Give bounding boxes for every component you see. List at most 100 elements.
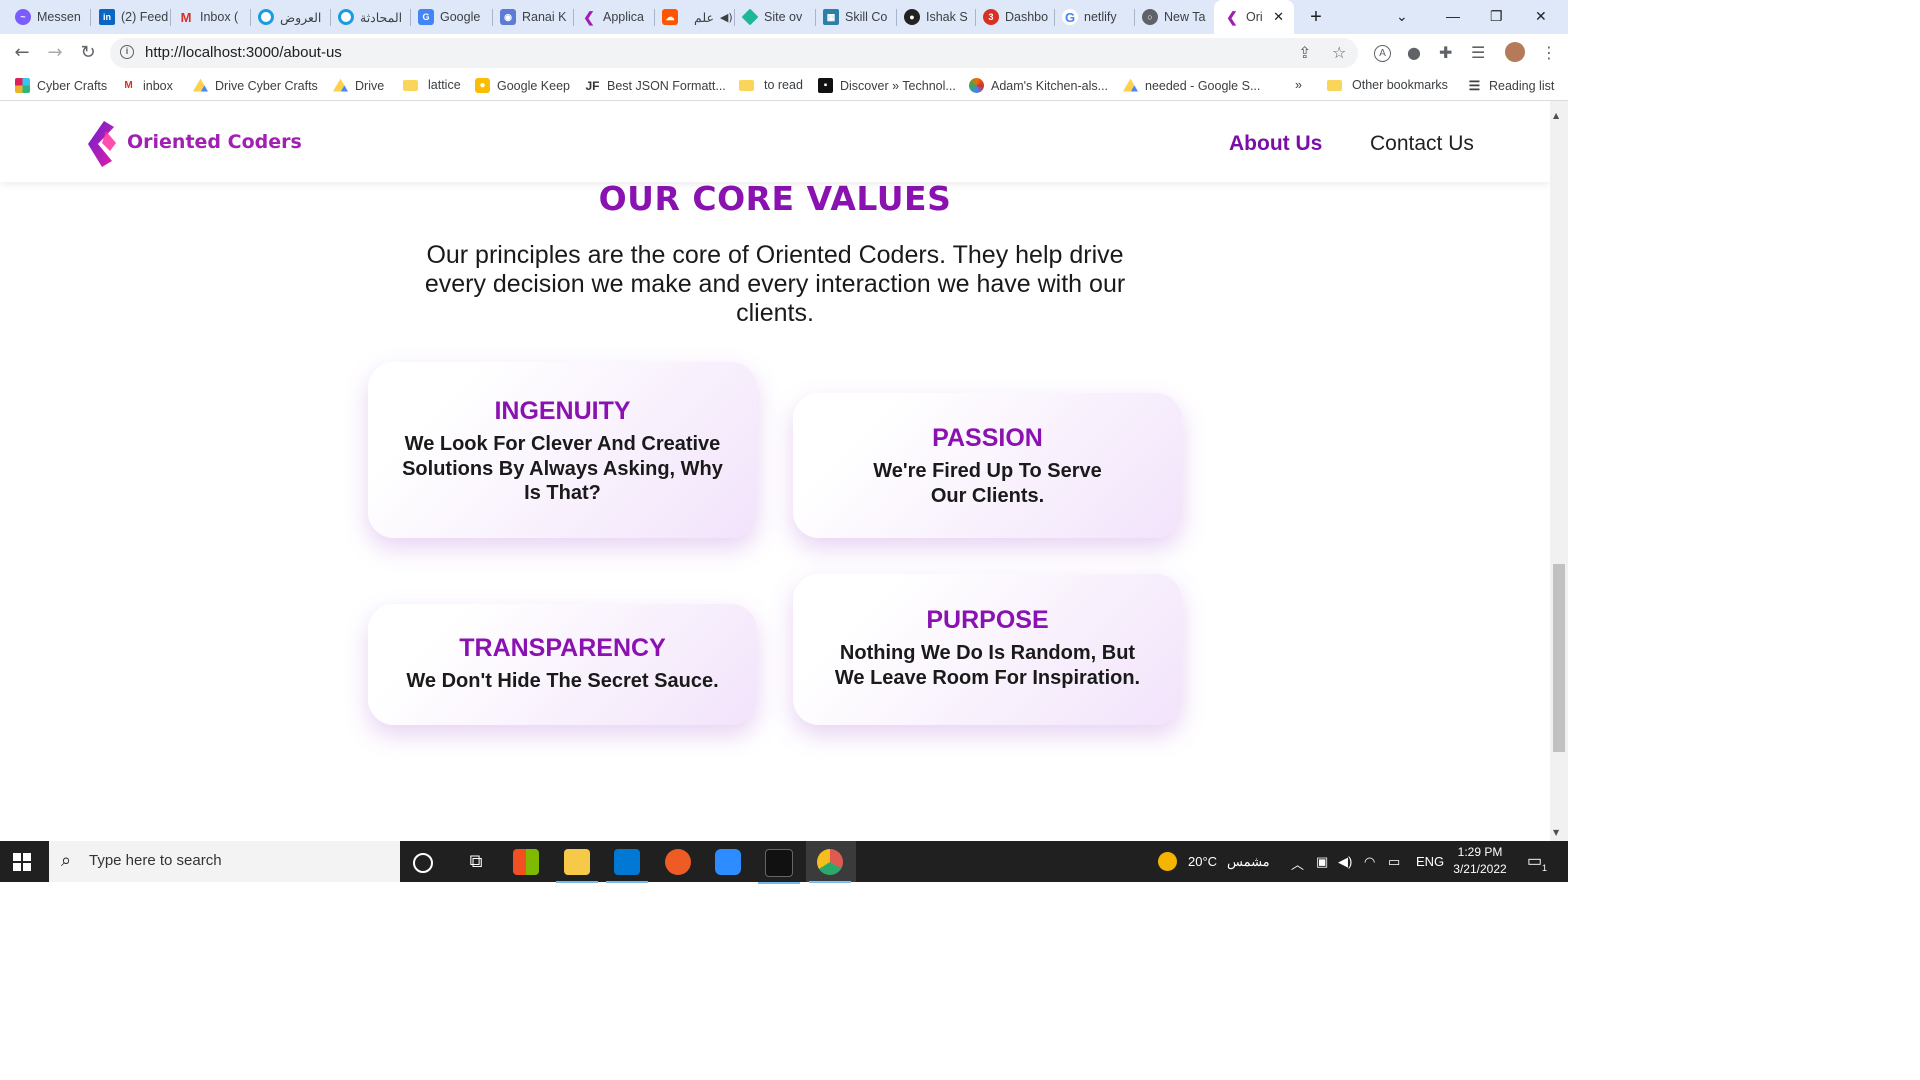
bookmark-star-icon[interactable]: ☆: [1332, 43, 1346, 62]
value-card-description: Nothing We Do Is Random, But We Leave Ro…: [834, 642, 1141, 689]
profile-extension-icon[interactable]: ●: [1407, 43, 1421, 62]
circle-app-icon: [258, 9, 274, 25]
tab-title: Dashbo: [1005, 10, 1049, 24]
windows-start-icon[interactable]: [13, 853, 31, 871]
bookmarks-overflow-button[interactable]: »: [1295, 78, 1302, 92]
camera-icon: ◉: [500, 9, 516, 25]
logo-text[interactable]: Oriented Coders: [127, 131, 302, 153]
reading-list-icon: ☰: [1468, 77, 1481, 93]
minimize-icon[interactable]: —: [1446, 8, 1460, 24]
close-tab-icon[interactable]: ✕: [1273, 9, 1284, 25]
bookmark-item[interactable]: Drive Cyber Crafts: [193, 78, 318, 93]
browser-tab[interactable]: Site ov: [727, 6, 815, 28]
store-icon[interactable]: [513, 849, 539, 875]
browser-tab[interactable]: ○ New Ta: [1127, 6, 1213, 28]
reading-list[interactable]: ☰ Reading list: [1467, 77, 1555, 93]
browser-tab[interactable]: ~ Messen: [0, 6, 90, 28]
google-translate-icon: G: [418, 9, 434, 25]
postman-icon[interactable]: [665, 849, 691, 875]
value-card-title: PASSION: [932, 424, 1043, 452]
tray-chevron-icon[interactable]: ︿: [1291, 854, 1304, 873]
bookmark-item[interactable]: Drive: [333, 78, 384, 93]
drive-icon: [333, 78, 348, 92]
reload-icon[interactable]: ↻: [77, 42, 99, 64]
browser-tab[interactable]: ● Ishak S: [889, 6, 975, 28]
extension-a-icon[interactable]: A: [1374, 45, 1391, 62]
browser-tab[interactable]: in (2) Feed: [84, 6, 170, 28]
restore-icon[interactable]: ❐: [1490, 8, 1503, 25]
browser-tab[interactable]: العروض: [243, 6, 329, 28]
weather-description[interactable]: مشمس: [1227, 854, 1270, 870]
clock-time: 1:29 PM: [1457, 845, 1503, 859]
weather-temperature[interactable]: 20°C: [1188, 854, 1217, 869]
bookmark-item[interactable]: ● Google Keep: [475, 78, 570, 93]
notification-icon[interactable]: ▭: [1527, 851, 1542, 871]
gmail-icon: M: [124, 80, 133, 91]
bookmark-folder[interactable]: to read: [739, 78, 803, 92]
site-info-icon[interactable]: i: [120, 45, 134, 59]
omnibox[interactable]: i http://localhost:3000/about-us ⇪ ☆: [110, 38, 1358, 68]
cortana-icon[interactable]: [413, 853, 433, 873]
battery-icon[interactable]: ▭: [1388, 854, 1400, 870]
media-control-icon[interactable]: ☰: [1471, 43, 1485, 62]
scroll-up-arrow-icon[interactable]: ▲: [1553, 111, 1559, 120]
back-icon[interactable]: ←: [11, 42, 33, 64]
meet-now-icon[interactable]: ▣: [1316, 854, 1328, 870]
volume-icon[interactable]: ◀): [1338, 854, 1352, 870]
scroll-down-arrow-icon[interactable]: ▼: [1553, 828, 1559, 837]
browser-tab[interactable]: G Google: [403, 6, 491, 28]
tab-title: Skill Co: [845, 10, 888, 24]
wifi-icon[interactable]: ◠: [1364, 854, 1375, 870]
tab-search-icon[interactable]: ⌄: [1396, 8, 1408, 25]
netlify-icon: [741, 8, 759, 26]
bookmark-item[interactable]: ▪ Discover » Technol...: [818, 78, 956, 93]
search-icon: ⌕: [61, 850, 72, 871]
linkedin-icon: in: [99, 9, 115, 25]
section-title: OUR CORE VALUES: [598, 179, 952, 218]
nav-about-link[interactable]: About Us: [1229, 132, 1322, 156]
task-view-icon[interactable]: ⧉: [463, 849, 489, 875]
file-explorer-icon[interactable]: [556, 849, 598, 883]
url-text[interactable]: http://localhost:3000/about-us: [145, 44, 342, 61]
jf-icon: JF: [585, 78, 600, 93]
share-icon[interactable]: ⇪: [1298, 43, 1311, 62]
folder-icon: [1327, 79, 1342, 91]
browser-tab-active[interactable]: ❮ Ori ✕: [1214, 0, 1294, 34]
other-bookmarks[interactable]: Other bookmarks: [1327, 78, 1448, 92]
bookmark-item[interactable]: M inbox: [121, 78, 173, 93]
browser-tab[interactable]: ☁ علم ◀): [647, 6, 733, 28]
browser-tab[interactable]: ◉ Ranai K: [485, 6, 573, 28]
messenger-icon: ~: [15, 9, 31, 25]
zoom-icon[interactable]: [715, 849, 741, 875]
bookmark-item[interactable]: needed - Google S...: [1123, 78, 1260, 93]
nav-contact-link[interactable]: Contact Us: [1370, 132, 1474, 156]
bookmark-item[interactable]: Cyber Crafts: [15, 78, 107, 93]
weather-sun-icon[interactable]: [1158, 852, 1177, 871]
browser-tab[interactable]: M Inbox (: [163, 6, 249, 28]
avatar[interactable]: [1505, 42, 1525, 62]
taskbar-clock[interactable]: 1:29 PM 3/21/2022: [1440, 844, 1520, 878]
scrollbar-thumb[interactable]: [1553, 564, 1565, 752]
bookmark-item[interactable]: Adam's Kitchen-als...: [969, 78, 1108, 93]
windows-taskbar: ⌕ Type here to search ⧉ 20°C مشمس ︿ ▣ ◀)…: [0, 841, 1568, 884]
extensions-puzzle-icon[interactable]: ✚: [1439, 43, 1452, 62]
browser-tab[interactable]: ❮ Applica: [566, 6, 654, 28]
terminal-icon[interactable]: [758, 849, 800, 884]
tab-title: Applica: [603, 10, 644, 24]
new-tab-button[interactable]: +: [1305, 6, 1327, 28]
oriented-coders-logo-icon[interactable]: [86, 121, 118, 167]
bookmark-item[interactable]: JF Best JSON Formatt...: [585, 78, 725, 93]
circle-color-icon: [969, 78, 984, 93]
tab-title: New Ta: [1164, 10, 1206, 24]
forward-icon[interactable]: →: [44, 42, 66, 64]
browser-tab[interactable]: ▦ Skill Co: [808, 6, 896, 28]
browser-tab[interactable]: G netlify: [1047, 6, 1133, 28]
vscode-icon[interactable]: [606, 849, 648, 883]
bookmark-folder[interactable]: lattice: [403, 78, 461, 92]
menu-kebab-icon[interactable]: ⋮: [1541, 43, 1557, 62]
browser-tab[interactable]: 3 Dashbo: [968, 6, 1054, 28]
value-card-description: We Don't Hide The Secret Sauce.: [406, 670, 719, 692]
browser-tab[interactable]: المحادثة: [323, 6, 409, 28]
taskbar-search-box[interactable]: ⌕ Type here to search: [49, 841, 400, 882]
close-window-icon[interactable]: ✕: [1535, 8, 1547, 25]
